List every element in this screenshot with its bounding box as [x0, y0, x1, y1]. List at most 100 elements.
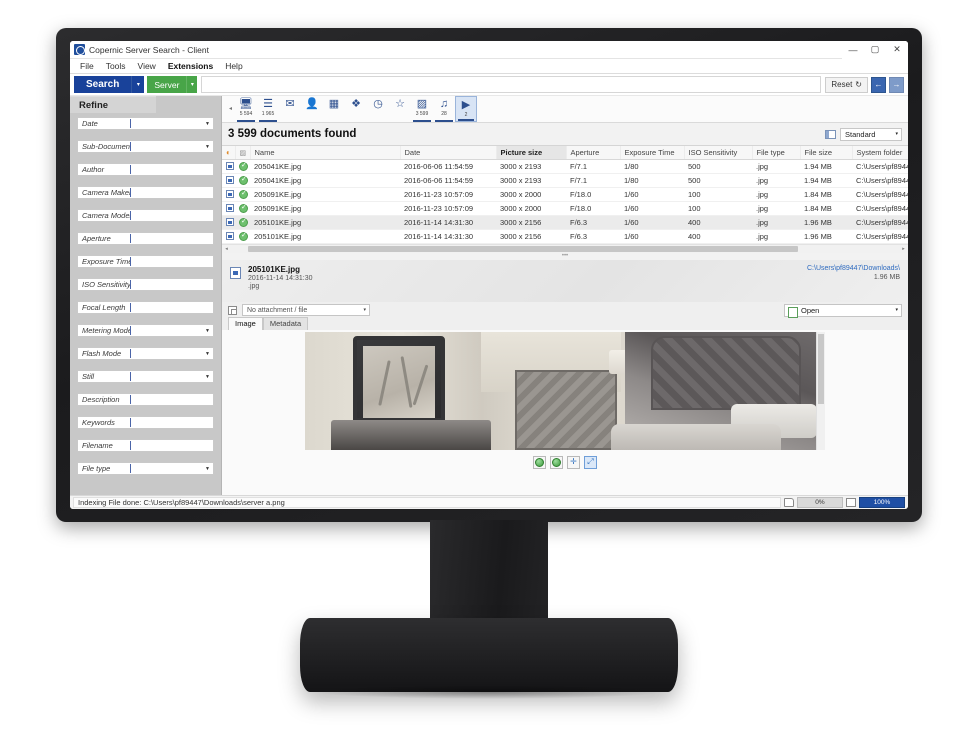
tab-metadata[interactable]: Metadata — [262, 317, 309, 330]
collapse-icon[interactable]: ◂ — [226, 95, 235, 122]
col-system-folder[interactable]: System folder — [852, 146, 908, 160]
refine-input[interactable] — [131, 302, 213, 313]
refine-field-still[interactable]: Still ▼ — [77, 370, 214, 383]
row-flag-icon[interactable] — [222, 159, 235, 174]
refine-tab[interactable]: Refine — [70, 96, 156, 113]
refine-input[interactable] — [131, 187, 213, 198]
filter-tasks-icon[interactable]: ❖ — [345, 96, 367, 122]
refine-input[interactable] — [131, 371, 202, 382]
search-button[interactable]: Search — [74, 76, 132, 93]
forward-button[interactable]: → — [889, 76, 904, 93]
col-status[interactable]: ▨ — [235, 146, 251, 160]
refine-field-author[interactable]: Author — [77, 163, 214, 176]
table-row[interactable]: 205091KE.jpg 2016-11-23 10:57:09 3000 x … — [222, 187, 908, 202]
refine-field-metering-mode[interactable]: Metering Mode ▼ — [77, 324, 214, 337]
cell-name[interactable]: 205101KE.jpg — [250, 215, 400, 230]
server-button[interactable]: Server — [147, 76, 187, 93]
cell-name[interactable]: 205091KE.jpg — [250, 201, 400, 216]
filter-video-icon[interactable]: ▶ 2 — [455, 96, 477, 122]
col-file-size[interactable]: File size — [800, 146, 853, 160]
reset-button[interactable]: Reset ↻ — [825, 76, 868, 93]
refine-field-filename[interactable]: Filename — [77, 439, 214, 452]
col-flag[interactable]: ◐ — [222, 146, 236, 160]
refine-input[interactable] — [131, 256, 213, 267]
refine-field-date[interactable]: Date ▼ — [77, 117, 214, 130]
close-icon[interactable]: ✕ — [886, 41, 908, 59]
scrollbar-thumb[interactable] — [248, 246, 798, 252]
col-iso-sensitivity[interactable]: ISO Sensitivity — [684, 146, 753, 160]
chevron-down-icon[interactable]: ▼ — [202, 466, 213, 472]
cell-name[interactable]: 205041KE.jpg — [250, 159, 400, 174]
refine-input[interactable] — [131, 440, 213, 451]
refine-field-file-type[interactable]: File type ▼ — [77, 462, 214, 475]
table-row[interactable]: 205041KE.jpg 2016-06-06 11:54:59 3000 x … — [222, 173, 908, 188]
refine-field-exposure-time[interactable]: Exposure Time — [77, 255, 214, 268]
filter-list-icon[interactable]: ☰ 1 965 — [257, 96, 279, 122]
refine-field-focal-length[interactable]: Focal Length — [77, 301, 214, 314]
menu-extensions[interactable]: Extensions — [162, 59, 219, 74]
filter-contact-icon[interactable]: 👤 — [301, 96, 323, 122]
menu-view[interactable]: View — [132, 59, 162, 74]
zoom-out-button[interactable] — [550, 455, 563, 469]
cell-name[interactable]: 205101KE.jpg — [250, 229, 400, 244]
menu-file[interactable]: File — [74, 59, 100, 74]
refine-input[interactable] — [131, 417, 213, 428]
cell-name[interactable]: 205091KE.jpg — [250, 187, 400, 202]
chevron-down-icon[interactable]: ▼ — [202, 144, 213, 150]
scroll-right-icon[interactable]: ▸ — [899, 246, 908, 252]
search-dropdown-caret-icon[interactable]: ▾ — [131, 76, 145, 93]
splitter-grip[interactable]: ••• — [222, 253, 908, 260]
refine-input[interactable] — [131, 118, 202, 129]
row-flag-icon[interactable] — [222, 173, 235, 188]
open-action-select[interactable]: Open ▾ — [784, 303, 902, 318]
refine-field-camera-model[interactable]: Camera Model — [77, 209, 214, 222]
layout-icon[interactable] — [825, 129, 836, 139]
refine-field-iso-sensitivity[interactable]: ISO Sensitivity — [77, 278, 214, 291]
attachment-select[interactable]: No attachment / file ▾ — [242, 304, 370, 316]
refine-field-aperture[interactable]: Aperture — [77, 232, 214, 245]
filter-monitor-icon[interactable]: 🖥 5 594 — [235, 96, 257, 122]
refine-input[interactable] — [131, 141, 202, 152]
col-exposure-time[interactable]: Exposure Time — [620, 146, 685, 160]
detail-path-link[interactable]: C:\Users\pf89447\Downloads\ — [807, 265, 900, 272]
refine-input[interactable] — [131, 279, 213, 290]
zoom-in-button[interactable] — [533, 455, 546, 469]
col-name[interactable]: Name — [250, 146, 401, 160]
chevron-down-icon[interactable]: ▼ — [202, 328, 213, 334]
menu-tools[interactable]: Tools — [100, 59, 132, 74]
chevron-down-icon[interactable]: ▼ — [202, 121, 213, 127]
filter-email-icon[interactable]: ✉ — [279, 96, 301, 122]
refine-field-description[interactable]: Description — [77, 393, 214, 406]
table-horizontal-scrollbar[interactable]: ◂ ▸ — [222, 244, 908, 253]
refine-field-camera-maker[interactable]: Camera Maker — [77, 186, 214, 199]
server-dropdown-caret-icon[interactable]: ▾ — [186, 76, 198, 93]
row-flag-icon[interactable] — [222, 215, 235, 230]
row-flag-icon[interactable] — [222, 201, 235, 216]
col-aperture[interactable]: Aperture — [566, 146, 621, 160]
row-flag-icon[interactable] — [222, 187, 235, 202]
refine-field-keywords[interactable]: Keywords — [77, 416, 214, 429]
fit-to-window-button[interactable]: ⤢ — [584, 455, 597, 469]
row-flag-icon[interactable] — [222, 229, 235, 244]
minimize-icon[interactable]: — — [842, 41, 864, 59]
pan-button[interactable]: ✛ — [567, 455, 580, 469]
tab-image[interactable]: Image — [228, 317, 263, 330]
col-picture-size[interactable]: Picture size — [496, 146, 567, 160]
filter-calendar-icon[interactable]: ▦ — [323, 96, 345, 122]
maximize-icon[interactable]: ▢ — [864, 41, 886, 59]
table-row[interactable]: 205091KE.jpg 2016-11-23 10:57:09 3000 x … — [222, 201, 908, 216]
refine-input[interactable] — [131, 325, 202, 336]
refine-field-flash-mode[interactable]: Flash Mode ▼ — [77, 347, 214, 360]
filter-favorites-icon[interactable]: ☆ — [389, 96, 411, 122]
refine-input[interactable] — [131, 164, 213, 175]
refine-input[interactable] — [131, 463, 202, 474]
scrollbar-thumb[interactable] — [818, 334, 824, 404]
table-row[interactable]: 205101KE.jpg 2016-11-14 14:31:30 3000 x … — [222, 215, 908, 230]
refine-input[interactable] — [131, 210, 213, 221]
menu-help[interactable]: Help — [219, 59, 248, 74]
preview-vertical-scrollbar[interactable] — [816, 332, 825, 450]
filter-image-icon[interactable]: ▨ 3 599 — [411, 96, 433, 122]
search-input[interactable] — [201, 76, 822, 93]
col-file-type[interactable]: File type — [752, 146, 801, 160]
refine-field-sub-documents[interactable]: Sub-Documents ▼ — [77, 140, 214, 153]
